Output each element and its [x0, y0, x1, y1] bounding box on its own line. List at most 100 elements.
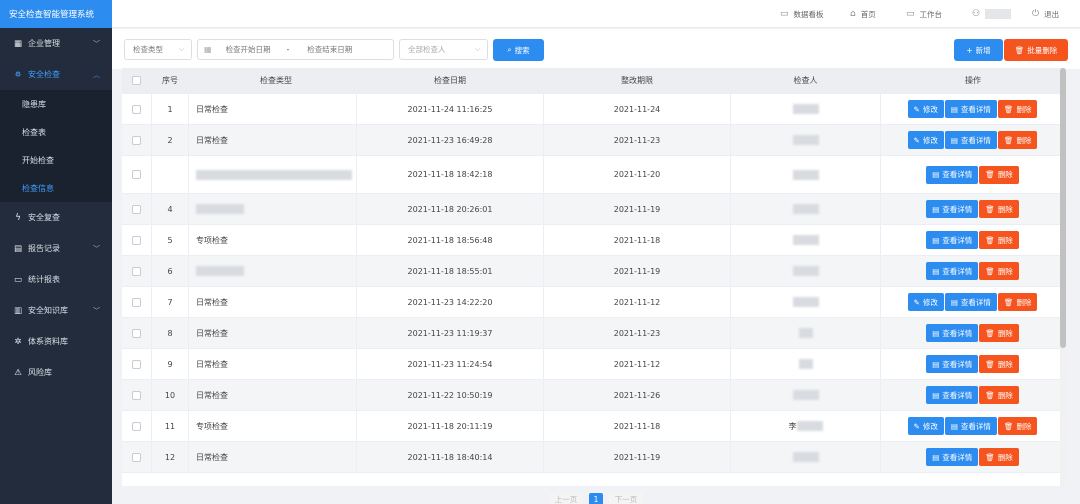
row-select-cell[interactable] — [122, 194, 152, 224]
view-details-button[interactable]: ▤ 查看详情 — [926, 355, 979, 373]
row-checkbox[interactable] — [132, 266, 141, 276]
table-row: 6 2021-11-18 18:55:01 2021-11-19 ▤ 查看详情 🗑 删除 — [122, 256, 1065, 287]
view-details-button[interactable]: ▤ 查看详情 — [926, 324, 979, 342]
row-select-cell[interactable] — [122, 256, 152, 286]
view-details-button[interactable]: ▤ 查看详情 — [926, 448, 979, 466]
row-select-cell[interactable] — [122, 287, 152, 317]
view-details-button[interactable]: ▤ 查看详情 — [926, 165, 979, 184]
row-checkbox[interactable] — [132, 104, 141, 114]
row-select-cell[interactable] — [122, 225, 152, 255]
row-index: 9 — [152, 349, 189, 379]
check-type-select[interactable]: 检查类型 ⌵ — [124, 39, 192, 60]
delete-button[interactable]: 🗑 删除 — [997, 131, 1038, 149]
row-select-cell[interactable] — [122, 442, 152, 472]
row-checkbox[interactable] — [132, 135, 141, 145]
delete-button[interactable]: 🗑 删除 — [997, 293, 1038, 311]
delete-button[interactable]: 🗑 删除 — [979, 231, 1019, 249]
view-details-button[interactable]: ▤ 查看详情 — [944, 417, 997, 435]
row-checkbox[interactable] — [132, 359, 141, 369]
sidebar-subitem-0[interactable]: 隐患库 — [0, 90, 112, 118]
row-checkbox[interactable] — [132, 452, 141, 462]
row-checkbox[interactable] — [132, 390, 141, 400]
search-button[interactable]: ⌕ 搜索 — [493, 39, 544, 61]
inspector-select[interactable]: 全部检查人 ⌵ — [399, 39, 488, 60]
delete-button[interactable]: 🗑 删除 — [997, 417, 1038, 435]
delete-button-label: 删除 — [1016, 421, 1032, 431]
row-check-date: 2021-11-23 14:22:20 — [357, 287, 544, 317]
sidebar-item-7[interactable]: ⚠ 风险库 — [0, 357, 112, 388]
add-button[interactable]: + 新增 — [954, 39, 1003, 61]
view-details-button[interactable]: ▤ 查看详情 — [944, 293, 997, 311]
view-details-button[interactable]: ▤ 查看详情 — [926, 262, 979, 280]
row-checkbox[interactable] — [132, 328, 141, 338]
sidebar-item-2[interactable]: ϟ 安全复查 — [0, 202, 112, 233]
prev-page-button[interactable]: 上一页 — [549, 493, 583, 504]
row-check-type: 日常检查 — [189, 349, 357, 379]
row-checkbox[interactable] — [132, 235, 141, 245]
edit-button[interactable]: ✎ 修改 — [907, 293, 944, 311]
sidebar-item-1[interactable]: ⛯ 安全检查 ︿ — [0, 59, 112, 90]
row-select-cell[interactable] — [122, 349, 152, 379]
sidebar-item-label: 安全检查 — [28, 70, 60, 79]
trash-icon: 🗑 — [985, 390, 995, 400]
row-select-cell[interactable] — [122, 411, 152, 441]
chevron-up-icon: ︿ — [93, 71, 100, 79]
page-1-button[interactable]: 1 — [589, 493, 603, 504]
row-operations: ▤ 查看详情 🗑 删除 — [881, 256, 1065, 286]
row-checkbox[interactable] — [132, 170, 141, 179]
table-scrollbar[interactable] — [1060, 68, 1066, 486]
sidebar-item-4[interactable]: ▭ 统计报表 — [0, 264, 112, 295]
delete-button[interactable]: 🗑 删除 — [979, 324, 1019, 342]
row-check-type: 日常检查 — [189, 442, 357, 472]
edit-button[interactable]: ✎ 修改 — [907, 100, 944, 118]
row-checkbox[interactable] — [132, 297, 141, 307]
delete-button[interactable]: 🗑 删除 — [997, 100, 1038, 118]
workbench-link[interactable]: ▭ 工作台 — [906, 0, 942, 28]
delete-button[interactable]: 🗑 删除 — [979, 200, 1019, 218]
redacted-inspector — [792, 452, 819, 462]
edit-button[interactable]: ✎ 修改 — [907, 417, 944, 435]
row-select-cell[interactable] — [122, 318, 152, 348]
edit-button[interactable]: ✎ 修改 — [907, 131, 944, 149]
sidebar-subitem-3[interactable]: 检查信息 — [0, 174, 112, 202]
delete-button[interactable]: 🗑 删除 — [979, 355, 1019, 373]
delete-button[interactable]: 🗑 删除 — [979, 262, 1019, 280]
row-select-cell[interactable] — [122, 156, 152, 193]
batch-delete-button[interactable]: 🗑 批量删除 — [1004, 39, 1068, 61]
view-details-button[interactable]: ▤ 查看详情 — [926, 231, 979, 249]
view-details-button[interactable]: ▤ 查看详情 — [926, 386, 979, 404]
select-all-cell[interactable] — [122, 68, 152, 93]
delete-button-label: 删除 — [997, 359, 1013, 369]
view-details-button[interactable]: ▤ 查看详情 — [944, 100, 997, 118]
chevron-down-icon: ﹀ — [93, 245, 100, 253]
select-all-checkbox[interactable] — [132, 76, 141, 85]
user-menu[interactable]: ⚇ — [972, 0, 1012, 28]
delete-button[interactable]: 🗑 删除 — [979, 448, 1019, 466]
sidebar-item-3[interactable]: ▤ 报告记录 ﹀ — [0, 233, 112, 264]
sidebar-subitem-2[interactable]: 开始检查 — [0, 146, 112, 174]
view-details-button[interactable]: ▤ 查看详情 — [926, 200, 979, 218]
row-select-cell[interactable] — [122, 380, 152, 410]
logout-link[interactable]: ⏻ 退出 — [1032, 0, 1059, 28]
scrollbar-thumb[interactable] — [1060, 68, 1066, 348]
row-select-cell[interactable] — [122, 125, 152, 155]
delete-button[interactable]: 🗑 删除 — [979, 165, 1019, 184]
redacted-inspector — [792, 104, 819, 114]
view-details-button[interactable]: ▤ 查看详情 — [944, 131, 997, 149]
sidebar-item-5[interactable]: ▥ 安全知识库 ﹀ — [0, 295, 112, 326]
next-page-button[interactable]: 下一页 — [609, 493, 643, 504]
book-icon: ▥ — [13, 305, 23, 316]
home-link[interactable]: ⌂ 首页 — [850, 0, 876, 28]
sidebar-item-0[interactable]: ▦ 企业管理 ﹀ — [0, 28, 112, 59]
row-checkbox[interactable] — [132, 421, 141, 431]
delete-button[interactable]: 🗑 删除 — [979, 386, 1019, 404]
row-select-cell[interactable] — [122, 94, 152, 124]
view-details-button-label: 查看详情 — [942, 266, 973, 276]
dashboard-link[interactable]: ▭ 数据看板 — [780, 0, 824, 28]
sidebar-item-6[interactable]: ✲ 体系资料库 — [0, 326, 112, 357]
sidebar-subitem-1[interactable]: 检查表 — [0, 118, 112, 146]
date-range-picker[interactable]: ▦ 检查开始日期 - 检查结束日期 — [197, 39, 394, 60]
row-checkbox[interactable] — [132, 204, 141, 214]
row-check-date: 2021-11-23 11:24:54 — [357, 349, 544, 379]
calendar-icon: ▦ — [204, 45, 212, 54]
